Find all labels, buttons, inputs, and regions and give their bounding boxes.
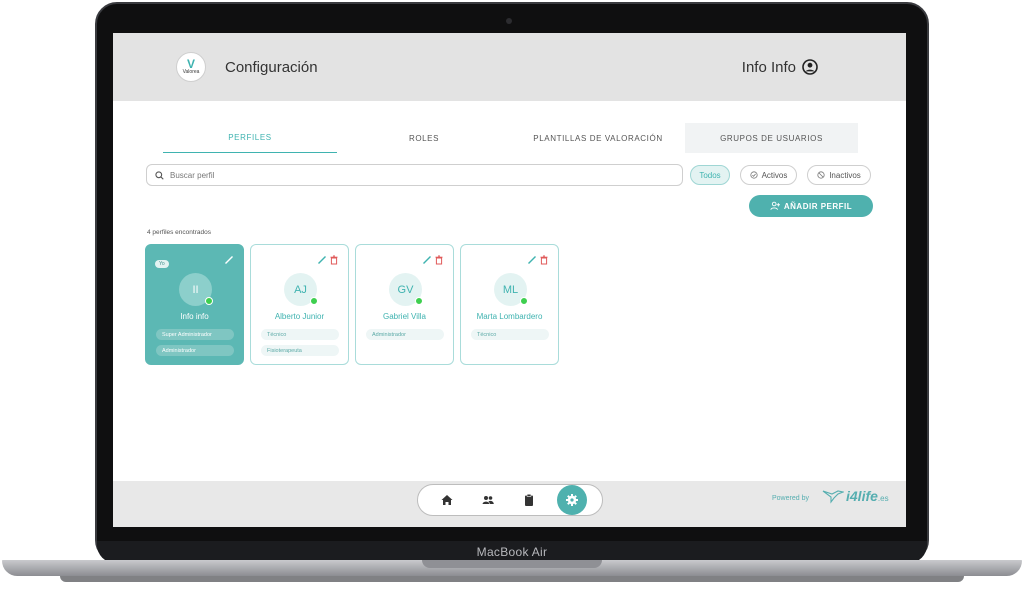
role-badge: Técnico [471,329,549,340]
profile-card[interactable]: AJ Alberto Junior Técnico Fisioterapeuta [250,244,349,365]
profile-name: Info info [180,312,209,321]
tab-plantillas-valoracion[interactable]: PLANTILLAS DE VALORACIÓN [511,123,685,153]
laptop-model-label: MacBook Air [476,545,548,559]
role-badge: Super Administrador [156,329,234,340]
trash-icon[interactable] [434,255,444,265]
nav-clipboard[interactable] [516,487,542,513]
tab-perfiles[interactable]: PERFILES [163,123,337,153]
profile-card[interactable]: GV Gabriel Villa Administrador [355,244,454,365]
laptop-shadow [60,576,964,582]
filter-todos-label: Todos [699,170,721,180]
hummingbird-icon [822,490,844,504]
tab-roles[interactable]: ROLES [337,123,511,153]
nav-users[interactable] [475,487,501,513]
block-icon [817,171,825,179]
filter-activos-label: Activos [761,170,788,180]
edit-pencil-icon[interactable] [224,255,234,265]
trash-icon[interactable] [329,255,339,265]
tab-bar: PERFILES ROLES PLANTILLAS DE VALORACIÓN … [163,123,858,153]
logo-text: Valorea [182,69,200,75]
users-icon [482,496,494,504]
nav-settings[interactable] [556,485,587,515]
filter-inactivos[interactable]: Inactivos [807,165,871,185]
app-header: V Valorea Configuración Info Info [113,33,906,101]
role-badge: Fisioterapeuta [261,345,339,356]
profile-card[interactable]: ML Marta Lombardero Técnico [460,244,559,365]
tab-grupos-usuarios[interactable]: GRUPOS DE USUARIOS [685,123,858,153]
online-status-dot [310,297,318,305]
trash-icon[interactable] [539,255,549,265]
footer-bar: Powered by i4life .es [113,481,906,527]
clipboard-icon [524,493,533,506]
current-user-badge: Yo [155,260,169,268]
page-title: Configuración [225,59,318,76]
profile-name: Alberto Junior [274,312,325,321]
role-badge: Administrador [366,329,444,340]
profile-name: Marta Lombardero [476,312,543,321]
online-status-dot [205,297,213,305]
app-screen: V Valorea Configuración Info Info PERFIL… [113,33,906,527]
search-box [146,164,683,186]
search-icon [155,170,164,180]
user-account-icon[interactable] [802,59,818,75]
powered-by-text: Powered by [772,495,809,502]
brand-logo[interactable]: i4life .es [822,488,889,504]
add-user-icon [770,201,780,210]
bottom-nav-dock [417,484,603,516]
laptop-base-notch [422,560,602,568]
filter-activos[interactable]: Activos [740,165,797,185]
search-input[interactable] [170,170,650,180]
filter-inactivos-label: Inactivos [829,170,861,180]
check-circle-icon [749,171,758,179]
role-badge: Técnico [261,329,339,340]
nav-home[interactable] [434,487,460,513]
role-badge: Administrador [156,345,234,356]
brand-domain: .es [877,494,889,503]
online-status-dot [520,297,528,305]
filter-todos[interactable]: Todos [690,165,730,185]
results-count: 4 perfiles encontrados [147,229,211,236]
edit-pencil-icon[interactable] [317,255,327,265]
camera-icon [506,18,512,24]
logo-v-icon: V [186,57,195,71]
brand-name: i4life [846,488,878,504]
online-status-dot [415,297,423,305]
add-profile-button[interactable]: AÑADIR PERFIL [749,195,873,217]
home-icon [441,495,452,505]
user-name[interactable]: Info Info [742,59,796,76]
profile-name: Gabriel Villa [383,312,426,321]
app-logo[interactable]: V Valorea [176,52,206,82]
edit-pencil-icon[interactable] [422,255,432,265]
settings-gear-icon [565,494,578,506]
edit-pencil-icon[interactable] [527,255,537,265]
add-profile-label: AÑADIR PERFIL [783,201,853,211]
profile-card[interactable]: Yo II Info info Super Administrador Admi… [145,244,244,365]
